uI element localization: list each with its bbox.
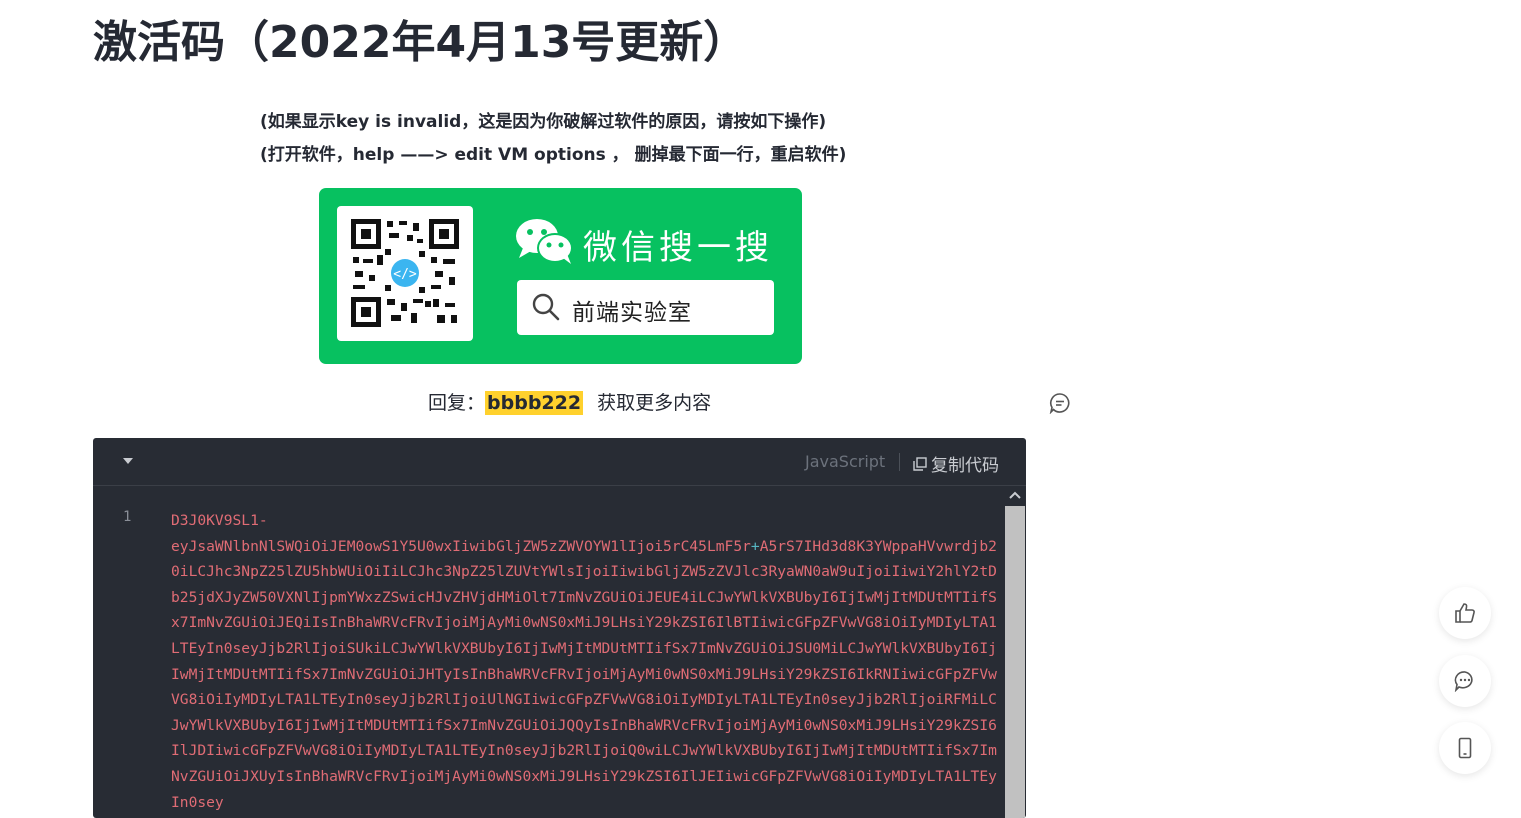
code-content: D3J0KV9SL1- eyJsaWNlbnNlSWQiOiJEM0owS1Y5… xyxy=(171,508,1003,815)
wechat-search-text: 前端实验室 xyxy=(572,300,692,326)
copy-code-label: 复制代码 xyxy=(931,456,999,476)
reply-suffix: 获取更多内容 xyxy=(597,392,712,414)
wechat-search-card: </> 微信搜一搜 前端实验室 xyxy=(319,188,802,364)
code-line-start: D3J0KV9SL1- xyxy=(171,512,268,529)
collapse-caret-icon[interactable] xyxy=(123,458,133,465)
invalid-key-note: (如果显示key is invalid，这是因为你破解过软件的原因，请按如下操作… xyxy=(260,112,827,132)
code-line-body: eyJsaWNlbnNlSWQiOiJEM0owS1Y5U0wxIiwibGlj… xyxy=(171,537,751,555)
code-block-header: JavaScript 复制代码 xyxy=(93,438,1026,486)
header-divider xyxy=(899,453,900,471)
mobile-icon xyxy=(1458,737,1472,759)
comment-button[interactable] xyxy=(1439,655,1491,707)
mobile-view-button[interactable] xyxy=(1439,722,1491,774)
code-line-rest: A5rS7IHd3d8K3YWppaHVvwrdjb20iLCJhc3NpZ25… xyxy=(171,537,997,811)
wechat-search-title: 微信搜一搜 xyxy=(583,228,773,268)
copy-code-button[interactable]: 复制代码 xyxy=(913,451,999,476)
scrollbar-thumb[interactable] xyxy=(1005,506,1025,818)
article-title: 激活码（2022年4月13号更新） xyxy=(93,17,748,68)
comment-icon xyxy=(1454,671,1473,692)
code-operator: + xyxy=(750,537,760,555)
reply-keyword: bbbb222 xyxy=(485,391,584,415)
code-block: JavaScript 复制代码 1 D3J0KV9SL1- eyJsaWNlbn… xyxy=(93,438,1026,818)
edit-vm-options-note: (打开软件，help ——> edit VM options ， 删掉最下面一行… xyxy=(260,145,847,165)
like-button[interactable] xyxy=(1439,587,1491,639)
qr-code: </> xyxy=(337,206,473,341)
reply-prefix: 回复： xyxy=(428,392,486,414)
copy-icon xyxy=(913,456,927,471)
comment-bubble-icon[interactable] xyxy=(1049,392,1071,414)
search-icon xyxy=(532,293,560,321)
qr-code-icon: </> xyxy=(351,219,459,327)
scroll-up-arrow-icon[interactable] xyxy=(1008,490,1022,500)
wechat-search-box: 前端实验室 xyxy=(517,280,774,335)
reply-line: 回复： bbbb222 获取更多内容 xyxy=(428,388,711,415)
wechat-logo-icon xyxy=(516,219,573,264)
line-number: 1 xyxy=(123,509,132,525)
thumbs-up-icon xyxy=(1455,603,1475,623)
svg-text:</>: </> xyxy=(393,267,417,282)
code-language: JavaScript xyxy=(805,452,886,471)
